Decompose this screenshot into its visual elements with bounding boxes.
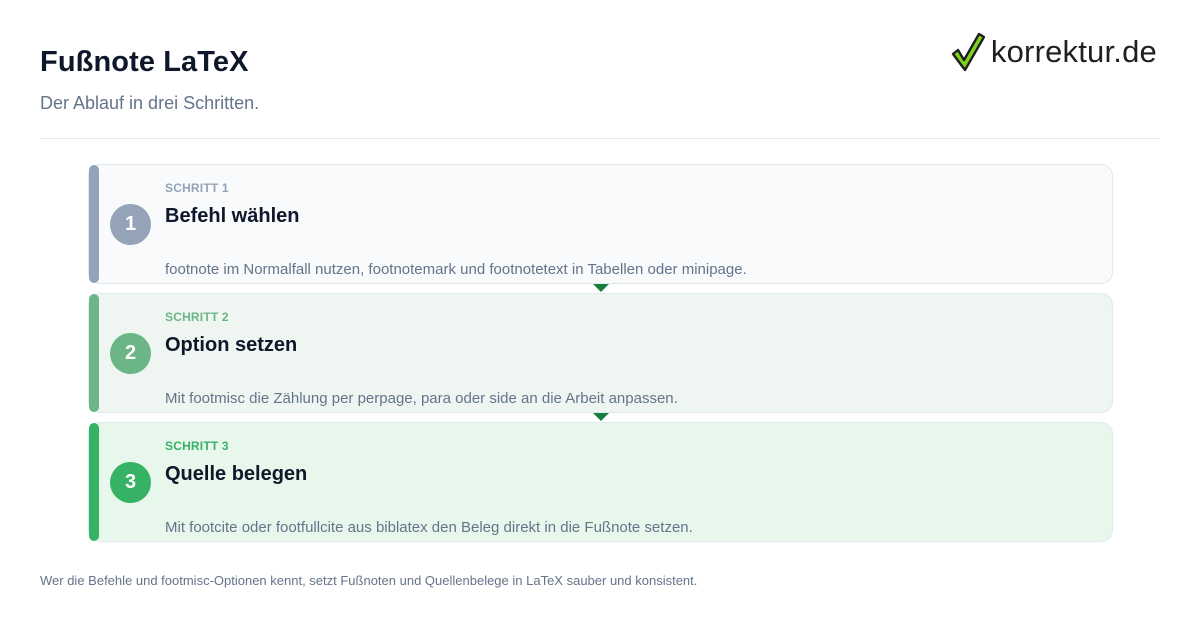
brand-logo[interactable]: korrektur.de [951, 30, 1157, 74]
header: Fußnote LaTeX Der Ablauf in drei Schritt… [40, 0, 1160, 139]
logo-text: korrektur.de [990, 34, 1157, 69]
step-card-1: SCHRITT 1 1 Befehl wählen footnote im No… [88, 164, 1113, 284]
step-title: Quelle belegen [165, 463, 308, 485]
step-accent-bar [89, 294, 99, 412]
connector-arrow-icon [593, 413, 609, 421]
step-accent-bar [89, 165, 99, 283]
step-title: Befehl wählen [165, 205, 300, 227]
step-accent-bar [89, 423, 99, 541]
step-description: footnote im Normalfall nutzen, footnotem… [165, 261, 747, 278]
step-number-badge: 3 [110, 462, 151, 503]
step-number-badge: 2 [110, 333, 151, 374]
step-card-3: SCHRITT 3 3 Quelle belegen Mit footcite … [88, 422, 1113, 542]
step-kicker: SCHRITT 1 [165, 181, 229, 195]
step-title: Option setzen [165, 334, 298, 356]
checkmark-icon [951, 32, 985, 72]
step-description: Mit footmisc die Zählung per perpage, pa… [165, 390, 678, 407]
page-title: Fußnote LaTeX [40, 46, 249, 78]
step-kicker: SCHRITT 3 [165, 439, 229, 453]
footer-note: Wer die Befehle und footmisc-Optionen ke… [40, 573, 698, 588]
step-number-badge: 1 [110, 204, 151, 245]
step-description: Mit footcite oder footfullcite aus bibla… [165, 519, 693, 536]
page-subtitle: Der Ablauf in drei Schritten. [40, 93, 260, 113]
step-kicker: SCHRITT 2 [165, 310, 229, 324]
connector-arrow-icon [593, 284, 609, 292]
step-card-2: SCHRITT 2 2 Option setzen Mit footmisc d… [88, 293, 1113, 413]
